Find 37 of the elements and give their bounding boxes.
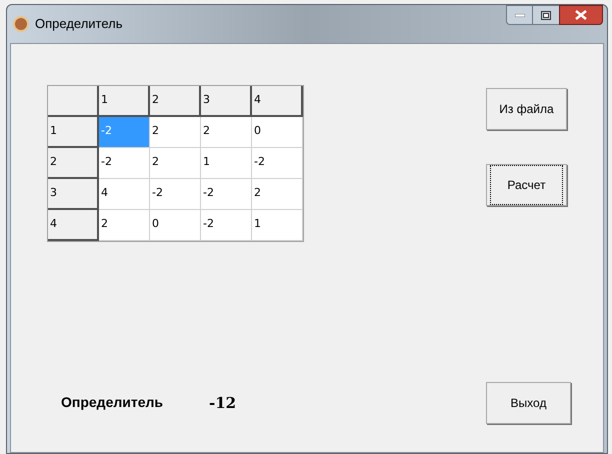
grid-cell[interactable]: -2 (201, 179, 252, 210)
minimize-icon (514, 14, 524, 16)
column-header: 1 (99, 86, 150, 117)
column-header: 4 (252, 86, 303, 117)
grid-cell[interactable]: -2 (150, 179, 201, 210)
minimize-button[interactable] (506, 5, 533, 25)
column-header: 3 (201, 86, 252, 117)
column-header: 2 (150, 86, 201, 117)
grid-cell[interactable]: 2 (201, 117, 252, 148)
close-icon (575, 10, 587, 20)
grid-cell[interactable]: 2 (150, 148, 201, 179)
close-button[interactable] (559, 5, 603, 25)
row-header: 4 (48, 210, 99, 241)
grid-cell[interactable]: 2 (252, 179, 303, 210)
grid-cell[interactable]: -2 (99, 148, 150, 179)
grid-cell[interactable]: 4 (99, 179, 150, 210)
exit-button[interactable]: Выход (486, 382, 571, 424)
row-header: 3 (48, 179, 99, 210)
maximize-button[interactable] (533, 5, 559, 25)
maximize-icon (541, 10, 551, 20)
grid-cell[interactable]: -2 (201, 210, 252, 241)
row-header: 1 (48, 117, 99, 148)
load-file-button[interactable]: Из файла (486, 88, 567, 130)
window-title: Определитель (35, 15, 123, 34)
grid-cell[interactable]: 2 (150, 117, 201, 148)
determinant-label: Определитель (61, 393, 164, 412)
row-header: 2 (48, 148, 99, 179)
determinant-value: -12 (209, 392, 236, 414)
calculate-button[interactable]: Расчет (486, 164, 567, 206)
grid-cell[interactable]: 1 (201, 148, 252, 179)
app-icon (13, 16, 29, 32)
grid-cell[interactable]: 0 (150, 210, 201, 241)
grid-cell[interactable]: 1 (252, 210, 303, 241)
grid-cell[interactable]: 0 (252, 117, 303, 148)
corner-cell (48, 86, 99, 117)
grid-cell[interactable]: -2 (252, 148, 303, 179)
grid-cell[interactable]: 2 (99, 210, 150, 241)
